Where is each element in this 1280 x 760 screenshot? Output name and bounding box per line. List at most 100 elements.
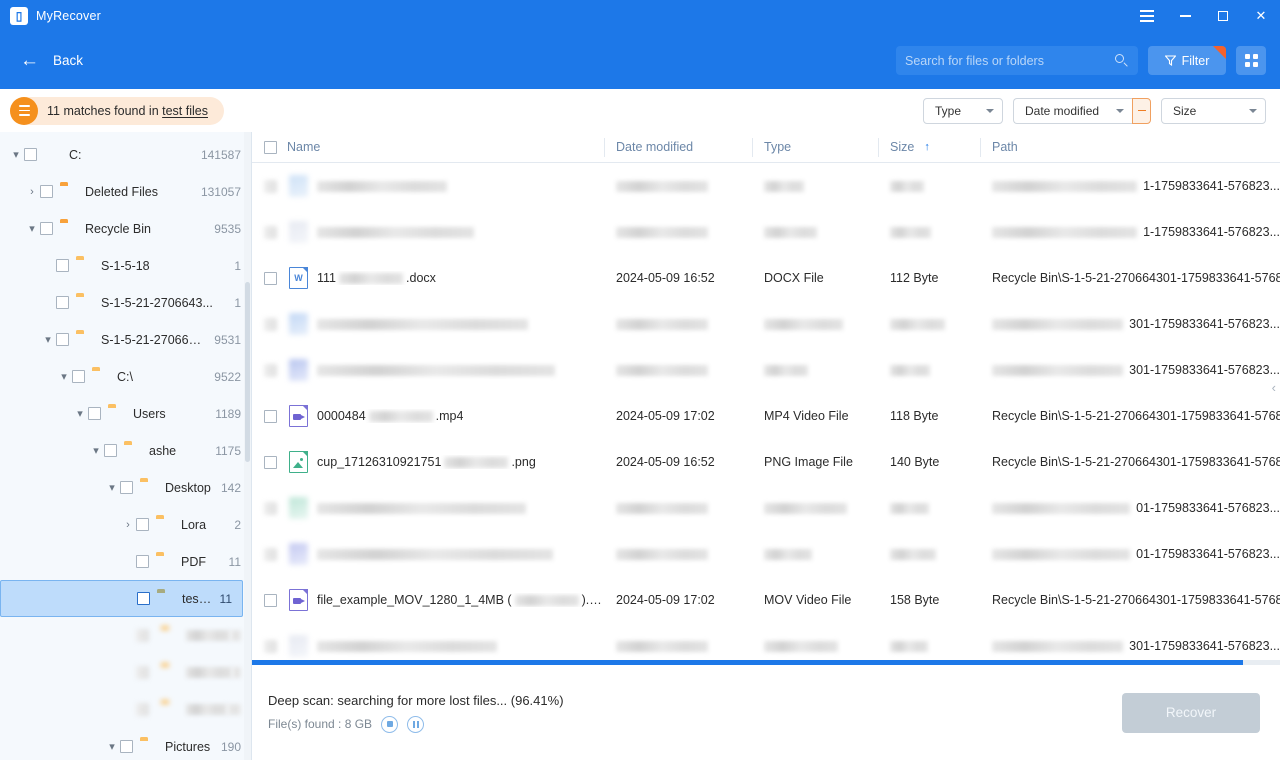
filter-button[interactable]: Filter	[1148, 46, 1226, 75]
cell-date: 2024-05-09 17:02	[604, 577, 752, 623]
column-header-name[interactable]: Name	[252, 132, 604, 163]
tree-twisty[interactable]: ›	[120, 519, 136, 531]
folder-tree-sidebar[interactable]: ▾ C: 141587 › Deleted Files 131057 ▾ Recycle Bi…	[0, 132, 252, 760]
tree-node-checkbox[interactable]	[88, 407, 101, 420]
tree-node-checkbox[interactable]	[136, 629, 149, 642]
tree-node[interactable]: ▾ ashe 1175	[0, 432, 251, 469]
table-row[interactable]: W 111 .docx 2024-05-09 16:52 DOCX File 112 By…	[252, 255, 1280, 301]
table-row[interactable]: 0000484 .mp4 2024-05-09 17:02 MP4 Video Fil…	[252, 393, 1280, 439]
type-redacted	[764, 548, 812, 560]
tree-node-redacted[interactable]	[0, 617, 251, 654]
row-checkbox[interactable]	[264, 593, 277, 607]
row-checkbox[interactable]	[264, 639, 277, 653]
tree-node-checkbox[interactable]	[120, 740, 133, 753]
tree-twisty[interactable]: ▾	[56, 370, 72, 383]
column-header-date[interactable]: Date modified	[604, 132, 752, 163]
maximize-icon[interactable]	[1204, 0, 1242, 32]
stop-icon[interactable]	[381, 715, 399, 733]
search-icon[interactable]	[1115, 53, 1129, 68]
tree-node-checkbox[interactable]	[56, 296, 69, 309]
tree-node-checkbox[interactable]	[136, 703, 149, 716]
table-row[interactable]: 1-1759833641-576823...	[252, 163, 1280, 209]
tree-node[interactable]: ▾ C: 141587	[0, 136, 251, 173]
row-checkbox[interactable]	[264, 317, 277, 331]
match-location-link[interactable]: test files	[162, 104, 208, 118]
tree-node[interactable]: ▾ Recycle Bin 9535	[0, 210, 251, 247]
search-box[interactable]	[896, 46, 1138, 75]
table-row[interactable]: cup_17126310921751 .png 2024-05-09 16:52 PN…	[252, 439, 1280, 485]
tree-node-checkbox[interactable]	[40, 222, 53, 235]
tree-node[interactable]: ▾ Pictures 190	[0, 728, 251, 760]
sidebar-scrollbar[interactable]	[244, 132, 251, 760]
grid-view-icon[interactable]	[1236, 46, 1266, 75]
tree-node-checkbox[interactable]	[136, 518, 149, 531]
table-row[interactable]: file_example_MOV_1280_1_4MB ().mov 2024-0…	[252, 577, 1280, 623]
tree-node-redacted[interactable]	[0, 691, 251, 728]
pause-icon[interactable]	[407, 715, 425, 733]
sidebar-scrollbar-thumb[interactable]	[245, 282, 250, 462]
back-button[interactable]: ← Back	[14, 51, 83, 70]
tree-twisty[interactable]: ›	[24, 186, 40, 198]
row-checkbox[interactable]	[264, 455, 277, 469]
tree-node-checkbox[interactable]	[24, 148, 37, 161]
tree-twisty[interactable]: ▾	[88, 444, 104, 457]
row-checkbox[interactable]	[264, 501, 277, 515]
tree-twisty[interactable]: ▾	[8, 148, 24, 161]
tree-node-checkbox[interactable]	[136, 666, 149, 679]
tree-node-checkbox[interactable]	[72, 370, 85, 383]
menu-icon[interactable]	[1128, 0, 1166, 32]
tree-node-label	[186, 630, 231, 641]
tree-twisty[interactable]: ▾	[40, 333, 56, 346]
table-row[interactable]: 1-1759833641-576823...	[252, 209, 1280, 255]
tree-node[interactable]: ▾ S-1-5-21-2706643... 9531	[0, 321, 251, 358]
row-checkbox[interactable]	[264, 363, 277, 377]
tree-node[interactable]: › Deleted Files 131057	[0, 173, 251, 210]
tree-node[interactable]: › Lora 2	[0, 506, 251, 543]
tree-twisty[interactable]: ▾	[104, 740, 120, 753]
date-redacted	[616, 318, 708, 330]
tree-node-checkbox[interactable]	[120, 481, 133, 494]
row-checkbox[interactable]	[264, 271, 277, 285]
tree-node[interactable]: PDF 11	[0, 543, 251, 580]
table-row[interactable]: 301-1759833641-576823...	[252, 623, 1280, 664]
tree-node[interactable]: S-1-5-18 1	[0, 247, 251, 284]
tree-node-checkbox[interactable]	[40, 185, 53, 198]
column-header-type[interactable]: Type	[752, 132, 878, 163]
table-row[interactable]: 301-1759833641-576823...	[252, 301, 1280, 347]
sort-ascending-icon[interactable]: ↑	[924, 141, 930, 153]
folder-icon	[161, 629, 178, 643]
minimize-icon[interactable]	[1166, 0, 1204, 32]
row-checkbox[interactable]	[264, 179, 277, 193]
tree-node-checkbox[interactable]	[136, 555, 149, 568]
table-row[interactable]: 301-1759833641-576823...	[252, 347, 1280, 393]
tree-twisty[interactable]: ▾	[72, 407, 88, 420]
tree-node-redacted[interactable]	[0, 654, 251, 691]
tree-node[interactable]: S-1-5-21-2706643... 1	[0, 284, 251, 321]
table-row[interactable]: 01-1759833641-576823...	[252, 485, 1280, 531]
tree-node[interactable]: ▾ C:\ 9522	[0, 358, 251, 395]
table-row[interactable]: 01-1759833641-576823...	[252, 531, 1280, 577]
close-icon[interactable]: ✕	[1242, 0, 1280, 32]
tree-node-checkbox[interactable]	[56, 259, 69, 272]
column-header-path[interactable]: Path	[980, 132, 1280, 163]
tree-twisty[interactable]: ▾	[24, 222, 40, 235]
tree-node-checkbox[interactable]	[137, 592, 150, 605]
row-checkbox[interactable]	[264, 225, 277, 239]
row-checkbox[interactable]	[264, 409, 277, 423]
row-checkbox[interactable]	[264, 547, 277, 561]
size-filter-dropdown[interactable]: Size	[1161, 97, 1266, 124]
tree-node-checkbox[interactable]	[104, 444, 117, 457]
tree-node[interactable]: ▾ Desktop 142	[0, 469, 251, 506]
column-header-size[interactable]: Size ↑	[878, 132, 980, 163]
search-input[interactable]	[905, 53, 1115, 68]
collapse-preview-chevron-icon[interactable]: ‹	[1272, 380, 1276, 395]
tree-twisty[interactable]: ▾	[104, 481, 120, 494]
date-filter-dropdown[interactable]: Date modified	[1013, 97, 1132, 124]
recover-button[interactable]: Recover	[1122, 692, 1260, 733]
remove-filter-button[interactable]	[1132, 97, 1151, 124]
tree-node[interactable]: test files 11	[0, 580, 243, 617]
tree-node[interactable]: ▾ Users 1189	[0, 395, 251, 432]
type-filter-dropdown[interactable]: Type	[923, 97, 1003, 124]
select-all-checkbox[interactable]	[264, 140, 277, 154]
tree-node-checkbox[interactable]	[56, 333, 69, 346]
